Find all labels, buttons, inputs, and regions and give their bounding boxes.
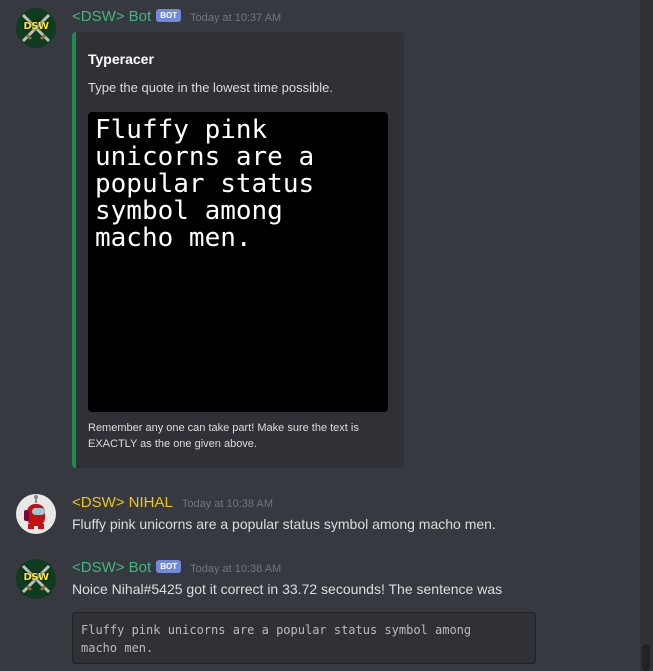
timestamp: Today at 10:38 AM — [181, 498, 273, 510]
message-header: <DSW> Bot BOT Today at 10:37 AM — [72, 8, 281, 28]
message-header: <DSW> NIHAL Today at 10:38 AM — [72, 494, 273, 514]
dsw-logo-text: DSW — [23, 572, 49, 583]
message-header: <DSW> Bot BOT Today at 10:38 AM — [72, 559, 281, 579]
message-content: Noice Nihal#5425 got it correct in 33.72… — [72, 581, 503, 597]
nihal-avatar[interactable] — [16, 494, 56, 534]
scrollbar-thumb[interactable] — [642, 644, 650, 671]
quote-image-text: Fluffy pink unicorns are a popular statu… — [95, 115, 315, 253]
embed-title: Typeracer — [88, 51, 154, 67]
username[interactable]: <DSW> Bot — [72, 559, 151, 576]
bot-badge: BOT — [156, 560, 182, 573]
dsw-logo-text: DSW — [23, 21, 49, 32]
crewmate-icon — [24, 495, 45, 529]
bot-avatar[interactable]: DSW — [16, 559, 56, 599]
timestamp: Today at 10:38 AM — [190, 563, 282, 575]
bot-avatar[interactable]: DSW — [16, 8, 56, 48]
timestamp: Today at 10:37 AM — [190, 12, 282, 24]
username[interactable]: <DSW> Bot — [72, 8, 151, 25]
quote-image[interactable]: Fluffy pink unicorns are a popular statu… — [88, 112, 388, 412]
message-content: Fluffy pink unicorns are a popular statu… — [72, 516, 496, 532]
code-block: Fluffy pink unicorns are a popular statu… — [72, 612, 536, 664]
bot-badge: BOT — [156, 9, 182, 22]
embed-footer: Remember any one can take part! Make sur… — [88, 422, 359, 450]
scrollbar-track[interactable] — [640, 0, 653, 671]
username[interactable]: <DSW> NIHAL — [72, 494, 173, 511]
embed-description: Type the quote in the lowest time possib… — [88, 80, 333, 95]
chat-messages: DSW <DSW> Bot BOT Today at 10:37 AM Type… — [0, 0, 640, 671]
typeracer-embed: Typeracer Type the quote in the lowest t… — [72, 32, 404, 468]
